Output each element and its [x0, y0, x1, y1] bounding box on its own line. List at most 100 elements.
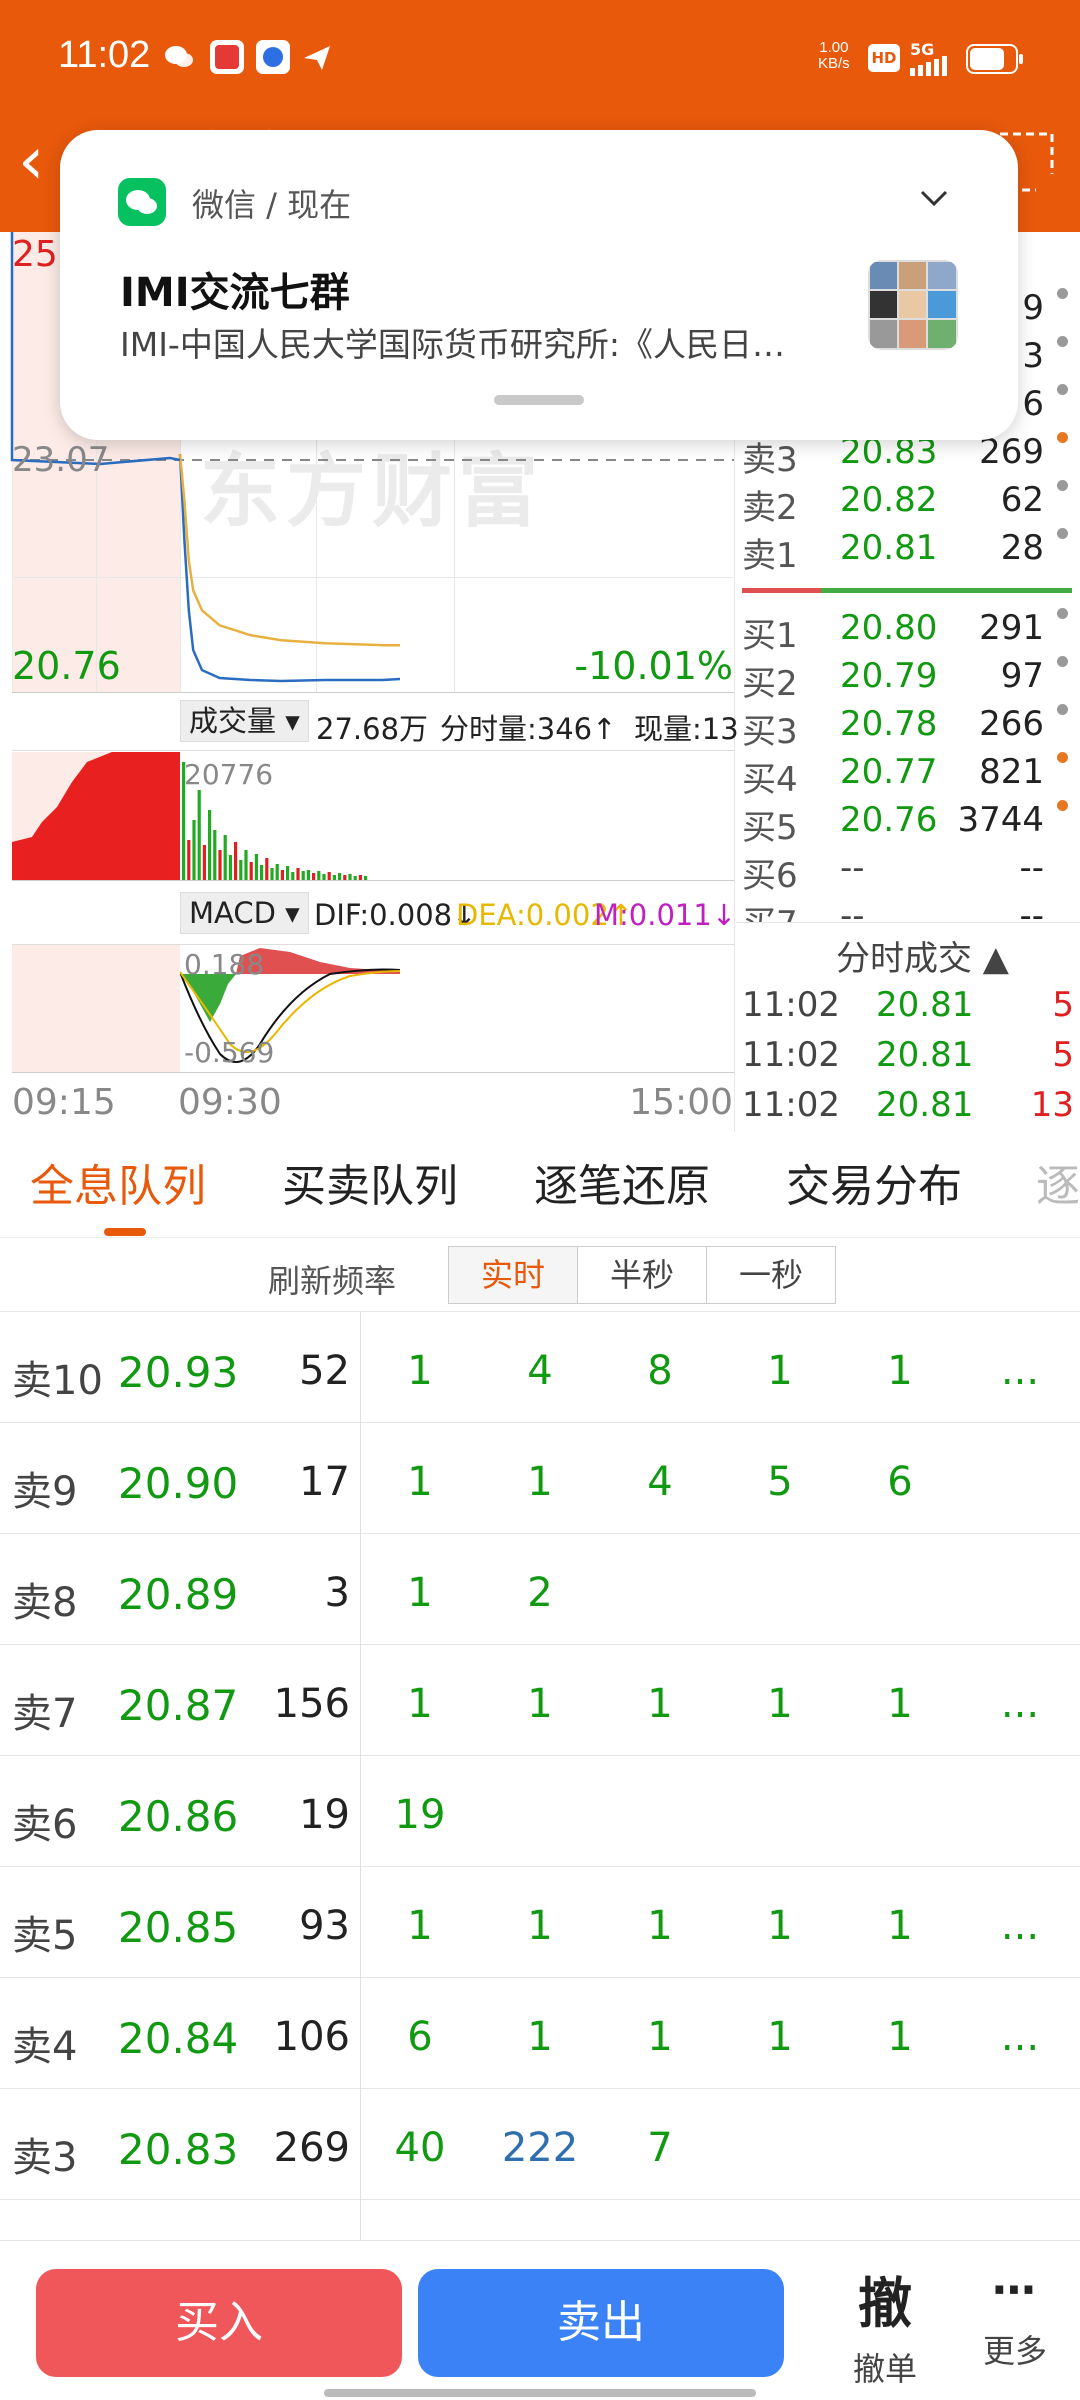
more-label: 更多 [982, 2332, 1047, 2370]
buy-level-row[interactable]: 买5 20.76 3744 [742, 800, 1080, 848]
wechat-notification[interactable]: 微信 / 现在 IMI交流七群 IMI-中国人民大学国际货币研究所:《人民日… [60, 130, 1018, 440]
sell-button[interactable]: 卖出 [418, 2269, 784, 2377]
queue-row[interactable]: 卖8 20.89 3 1 2 [0, 1534, 1080, 1645]
baidu-app-icon [256, 40, 290, 74]
order-level-volume: 28 [1000, 528, 1044, 568]
order-level-label: 卖2 [742, 488, 798, 528]
refresh-option-one-second[interactable]: 一秒 [706, 1246, 836, 1304]
queue-level-volume: 17 [299, 1459, 350, 1505]
volume-bar [358, 875, 362, 880]
volume-bar [228, 855, 232, 880]
volume-bar [322, 874, 326, 880]
order-dot-icon [1057, 384, 1068, 395]
queue-row[interactable]: 卖3 20.83 269 40 222 7 [0, 2089, 1080, 2200]
refresh-rate-label: 刷新频率 [268, 1262, 397, 1300]
tab-trade-distribution[interactable]: 交易分布 [786, 1150, 962, 1214]
queue-order-size: 1 [407, 1459, 433, 1505]
tab-tick-restore[interactable]: 逐笔还原 [534, 1150, 710, 1214]
volume-now: 现量:13 [634, 706, 739, 748]
order-level-volume: 821 [979, 752, 1044, 792]
order-level-volume: 9 [1022, 288, 1044, 328]
queue-level-volume: 106 [273, 2014, 350, 2060]
wechat-app-icon [118, 178, 166, 226]
cancel-icon: 撤 [858, 2272, 912, 2335]
avg-price-series-line [178, 453, 400, 647]
shopping-app-icon [210, 40, 244, 74]
notification-handle[interactable] [494, 395, 584, 405]
queue-level-label: 卖4 [12, 2024, 78, 2070]
tick-price: 20.81 [876, 1035, 974, 1075]
sell-level-row[interactable]: 卖2 20.82 62 [742, 480, 1080, 528]
buy-level-row[interactable]: 买4 20.77 821 [742, 752, 1080, 800]
volume-bar [348, 874, 352, 880]
status-bar: 11:02 1.00 KB/s HD 5G [0, 0, 1080, 118]
tab-active-indicator [104, 1228, 146, 1236]
chevron-down-icon[interactable] [916, 186, 952, 214]
volume-bar [306, 870, 310, 880]
buy-level-row[interactable]: 买3 20.78 266 [742, 704, 1080, 752]
order-level-price: 20.82 [840, 480, 938, 520]
macd-indicator-label: MACD [189, 896, 276, 930]
tab-full-queue[interactable]: 全息队列 [30, 1150, 206, 1214]
buy-level-row[interactable]: 买7 -- -- [742, 896, 1080, 922]
queue-row[interactable]: 卖6 20.86 19 19 [0, 1756, 1080, 1867]
home-indicator[interactable] [324, 2389, 756, 2397]
signal-bars-icon [910, 56, 956, 80]
queue-order-size: 4 [647, 1459, 673, 1505]
more-icon: ⋯ [992, 2265, 1038, 2316]
queue-row[interactable]: 卖9 20.90 17 1 1 4 5 6 [0, 1423, 1080, 1534]
queue-order-size: 5 [767, 1459, 793, 1505]
queue-row[interactable]: 卖4 20.84 106 6 1 1 1 1... [0, 1978, 1080, 2089]
queue-level-label: 卖10 [12, 1358, 103, 1404]
volume-bar [296, 868, 300, 880]
order-level-label: 买7 [742, 896, 798, 922]
buy-level-row[interactable]: 买6 -- -- [742, 848, 1080, 896]
queue-level-volume: 156 [273, 1681, 350, 1727]
volume-bar [218, 850, 222, 880]
tick-time: 11:02 [742, 1035, 840, 1075]
volume-bar [234, 842, 238, 880]
queue-table: 卖10 20.93 52 1 4 8 1 1... 卖9 20.90 17 1 1 4 5 6 卖8 20.89 3… [0, 1312, 1080, 2240]
notification-body: IMI-中国人民大学国际货币研究所:《人民日… [120, 325, 785, 364]
sell-level-row[interactable]: 卖1 20.81 28 [742, 528, 1080, 576]
tick-price: 20.81 [876, 1085, 974, 1125]
queue-row[interactable]: 卖5 20.85 93 1 1 1 1 1... [0, 1867, 1080, 1978]
queue-row[interactable]: 卖10 20.93 52 1 4 8 1 1... [0, 1312, 1080, 1423]
queue-row[interactable]: 卖7 20.87 156 1 1 1 1 1... [0, 1645, 1080, 1756]
queue-order-size: 1 [767, 2014, 793, 2060]
queue-row[interactable]: 卖220.826213161 [0, 2200, 1080, 2240]
cancel-order-button[interactable]: 撤 撤单 [830, 2251, 940, 2391]
queue-order-size: 1 [887, 2014, 913, 2060]
queue-level-volume: 3 [324, 1570, 350, 1616]
refresh-option-half-second[interactable]: 半秒 [577, 1246, 707, 1304]
notification-app-time: 微信 / 现在 [192, 186, 352, 224]
refresh-option-realtime[interactable]: 实时 [448, 1246, 578, 1304]
buy-button[interactable]: 买入 [36, 2269, 402, 2377]
tick-trades-title-text: 分时成交 [836, 939, 972, 979]
tab-more-partial[interactable]: 逐 [1036, 1150, 1080, 1214]
order-level-price: 20.81 [840, 528, 938, 568]
queue-order-size: 222 [501, 2125, 579, 2171]
macd-indicator-select[interactable]: MACD ▾ [180, 892, 309, 934]
tick-trades-title[interactable]: 分时成交 ▲ [836, 931, 1009, 980]
more-button[interactable]: ⋯ 更多 [960, 2251, 1070, 2391]
net-speed: 1.00 KB/s [818, 40, 850, 72]
queue-order-size: 1 [407, 1681, 433, 1727]
volume-bar [260, 865, 264, 880]
order-level-volume: 3 [1022, 336, 1044, 376]
volume-bar [275, 864, 279, 880]
buy-level-row[interactable]: 买1 20.80 291 [742, 608, 1080, 656]
queue-level-price: 20.84 [118, 2014, 239, 2063]
order-dot-icon [1057, 800, 1068, 811]
cancel-label: 撤单 [852, 2350, 917, 2388]
order-dot-icon [1057, 528, 1068, 539]
volume-indicator-select[interactable]: 成交量 ▾ [180, 700, 309, 742]
tick-volume: 5 [1052, 1035, 1074, 1075]
group-avatar [868, 260, 958, 350]
order-dot-icon [1057, 288, 1068, 299]
grid-line [12, 1072, 734, 1073]
buy-level-row[interactable]: 买2 20.79 97 [742, 656, 1080, 704]
tick-trades-panel[interactable]: 分时成交 ▲ 11:02 20.81 5 11:02 20.81 5 11:02 20.81 1… [736, 922, 1080, 1132]
status-time: 11:02 [58, 34, 151, 76]
tab-bid-ask-queue[interactable]: 买卖队列 [282, 1150, 458, 1214]
